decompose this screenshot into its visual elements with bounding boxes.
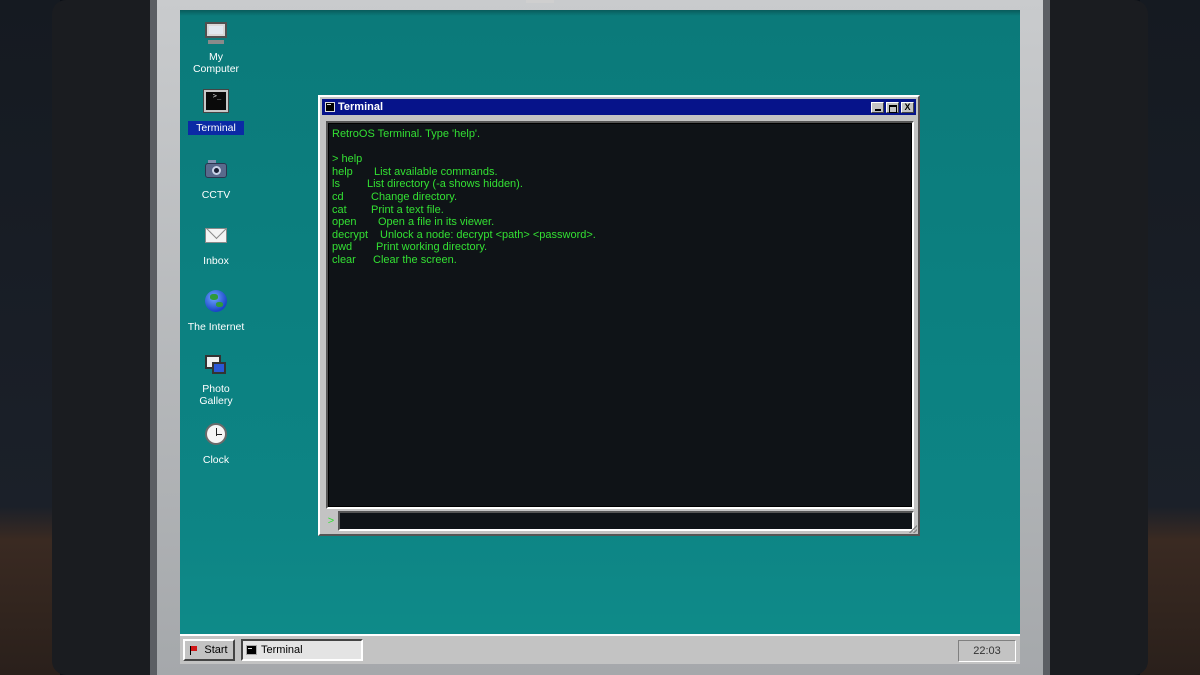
terminal-icon: >_ xyxy=(202,88,230,116)
monitor-top-nub xyxy=(526,0,554,3)
desktop-icon-inbox[interactable]: Inbox xyxy=(180,221,252,269)
command-name: cat xyxy=(332,203,347,216)
terminal-icon xyxy=(325,102,335,112)
desktop-icon-the-internet[interactable]: The Internet xyxy=(180,287,252,335)
command-description: List directory (-a shows hidden). xyxy=(367,178,523,191)
start-label: Start xyxy=(204,644,228,656)
terminal-output: RetroOS Terminal. Type 'help'. > help he… xyxy=(326,121,914,509)
command-name: cd xyxy=(332,190,344,203)
terminal-line: > help xyxy=(332,153,363,166)
help-entry: cat Print a text file. xyxy=(332,204,908,217)
command-description: Print working directory. xyxy=(376,241,488,254)
desktop-icon-label: Inbox xyxy=(203,255,229,267)
desktop-icon-photo-gallery[interactable]: Photo Gallery xyxy=(180,352,252,409)
photos-icon xyxy=(202,352,230,380)
close-button[interactable]: X xyxy=(901,101,914,113)
prompt-symbol: > xyxy=(327,515,335,527)
envelope-icon xyxy=(202,221,230,249)
minimize-button[interactable] xyxy=(871,101,884,113)
computer-icon xyxy=(202,20,230,48)
command-input[interactable] xyxy=(338,511,914,531)
command-name: open xyxy=(332,216,357,229)
camera-icon xyxy=(202,155,230,183)
command-description: Unlock a node: decrypt <path> <password>… xyxy=(380,228,596,241)
resize-grip-icon[interactable] xyxy=(909,525,917,533)
start-button[interactable]: Start xyxy=(183,639,235,661)
room-right-wall xyxy=(1140,0,1200,675)
command-description: Clear the screen. xyxy=(373,253,457,266)
maximize-button[interactable] xyxy=(886,101,899,113)
system-tray-clock[interactable]: 22:03 xyxy=(958,640,1016,662)
terminal-input-row: > xyxy=(324,511,914,531)
clock-icon xyxy=(202,420,230,448)
desktop-icon-terminal[interactable]: >_ Terminal xyxy=(180,88,252,136)
terminal-line: RetroOS Terminal. Type 'help'. xyxy=(332,128,481,140)
room-background: My Computer >_ Terminal CCTV Inbox The I… xyxy=(0,0,1200,675)
desktop-icon-label: The Internet xyxy=(187,321,245,333)
taskbar-item-label: Terminal xyxy=(261,644,303,656)
help-entry: pwd Print working directory. xyxy=(332,241,908,254)
terminal-icon xyxy=(246,645,257,655)
flag-icon xyxy=(190,645,198,655)
desktop-icon-cctv[interactable]: CCTV xyxy=(180,155,252,203)
room-left-wall xyxy=(0,0,60,675)
command-name: help xyxy=(332,165,353,178)
help-entry: help List available commands. xyxy=(332,166,908,179)
desktop: My Computer >_ Terminal CCTV Inbox The I… xyxy=(180,10,1020,664)
help-entry: cd Change directory. xyxy=(332,191,908,204)
command-name: pwd xyxy=(332,241,353,254)
taskbar-item-terminal[interactable]: Terminal xyxy=(241,639,363,661)
taskbar: Start Terminal 22:03 xyxy=(180,634,1020,664)
command-description: List available commands. xyxy=(374,165,498,178)
command-description: Print a text file. xyxy=(371,203,444,216)
command-name: ls xyxy=(332,178,340,191)
help-entry: open Open a file in its viewer. xyxy=(332,216,908,229)
command-name: clear xyxy=(332,253,356,266)
desktop-icon-label: CCTV xyxy=(201,189,231,201)
desktop-icon-label: Terminal xyxy=(188,121,244,135)
help-entry: ls List directory (-a shows hidden). xyxy=(332,178,908,191)
desktop-icon-label: Clock xyxy=(202,454,230,466)
help-entry: clear Clear the screen. xyxy=(332,254,908,267)
window-title: Terminal xyxy=(338,101,384,113)
desktop-icon-label: My Computer xyxy=(192,51,240,75)
command-name: decrypt xyxy=(332,228,369,241)
desktop-icon-clock[interactable]: Clock xyxy=(180,420,252,468)
command-description: Open a file in its viewer. xyxy=(378,216,495,229)
desktop-icon-label: Photo Gallery xyxy=(199,383,233,407)
terminal-window[interactable]: Terminal X RetroOS Terminal. Type 'help'… xyxy=(318,95,920,536)
terminal-titlebar[interactable]: Terminal X xyxy=(322,99,916,115)
desktop-icon-my-computer[interactable]: My Computer xyxy=(180,20,252,77)
command-description: Change directory. xyxy=(371,190,458,203)
globe-icon xyxy=(202,287,230,315)
screen-shadow xyxy=(180,10,1020,16)
help-entry: decrypt Unlock a node: decrypt <path> <pa… xyxy=(332,229,908,242)
clock-time: 22:03 xyxy=(973,645,1001,657)
